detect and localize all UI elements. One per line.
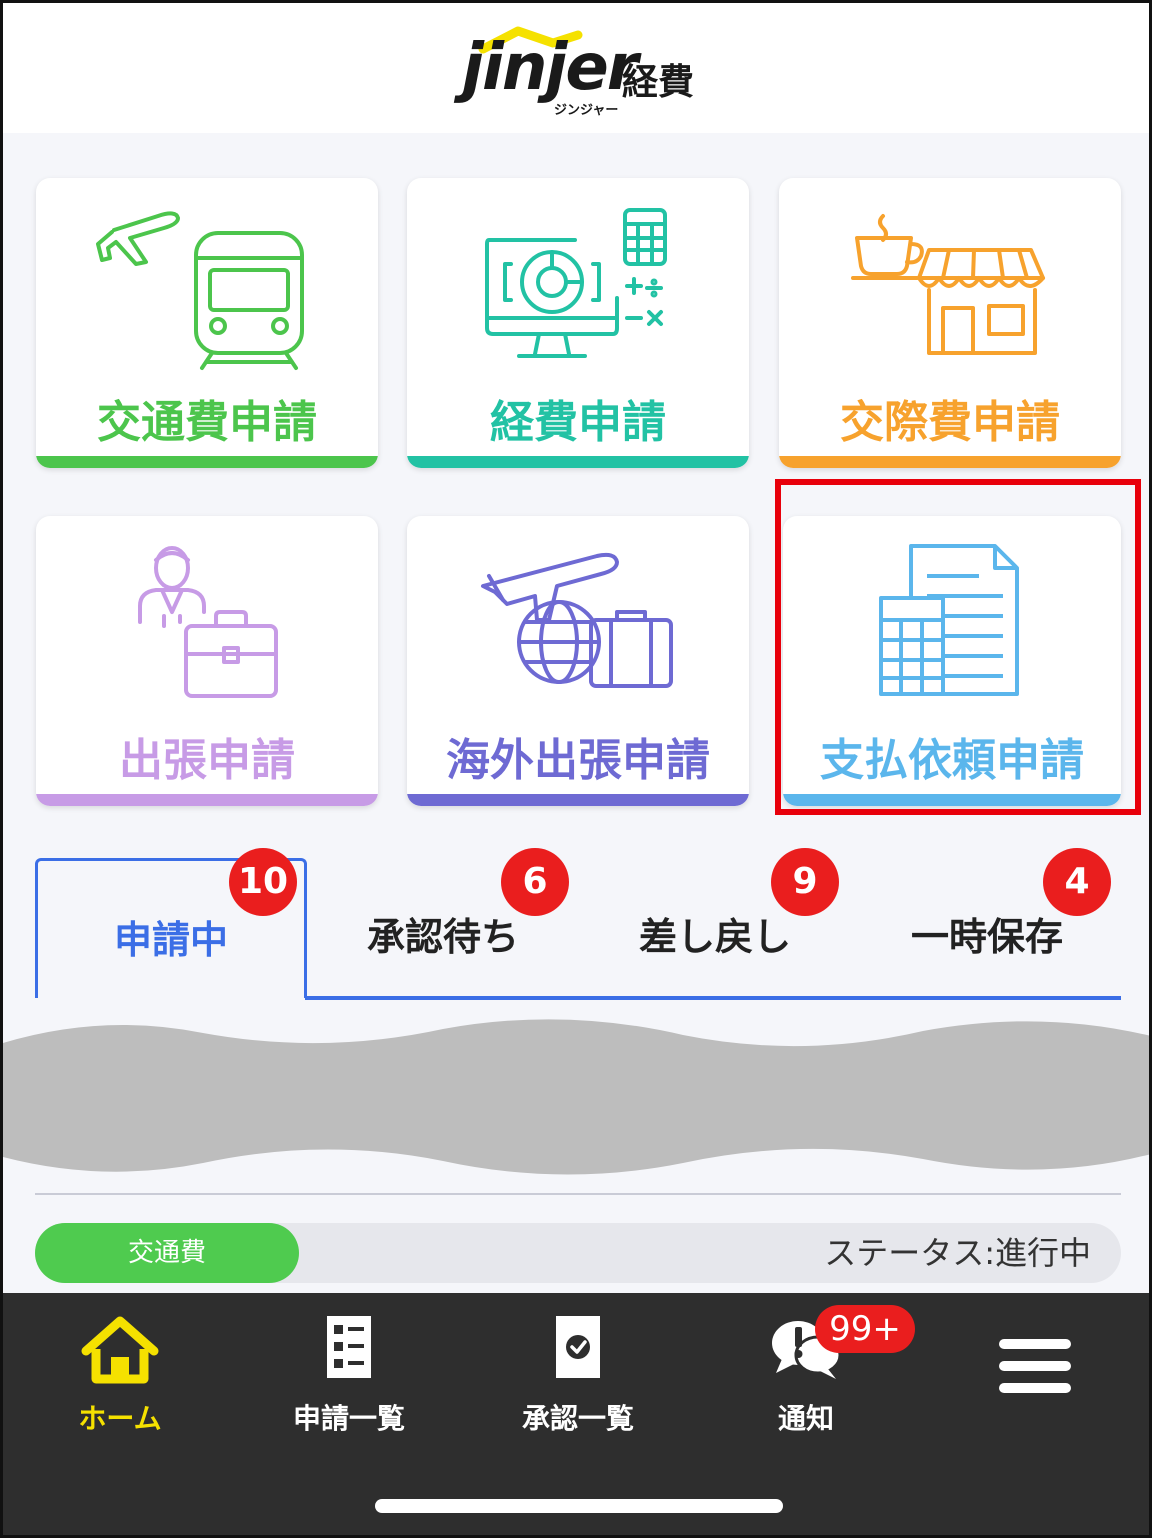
nav-approval-list[interactable]: 承認一覧 — [478, 1293, 678, 1443]
redaction-band — [3, 1019, 1149, 1175]
record-status: ステータス:進行中 — [824, 1234, 1091, 1272]
approval-icon — [556, 1316, 600, 1378]
nav-home[interactable]: ホーム — [20, 1293, 220, 1443]
tile-bar — [407, 794, 749, 806]
highlight-box — [775, 479, 1141, 815]
tile-label: 海外出張申請 — [446, 735, 710, 786]
jinjer-logo: jinjer 経費 ジンジャー — [458, 25, 708, 120]
tile-entertainment[interactable]: 交際費申請 — [779, 178, 1121, 468]
app-header: jinjer 経費 ジンジャー — [3, 3, 1149, 133]
plane-globe-suitcase-icon — [481, 552, 673, 688]
businessman-briefcase-icon — [138, 546, 278, 698]
list-icon — [327, 1316, 371, 1378]
tab-underline — [305, 996, 1121, 1000]
tab-badge: 6 — [501, 848, 569, 916]
nav-label: 申請一覧 — [292, 1402, 405, 1435]
application-record[interactable]: 交通費 ステータス:進行中 — [35, 1223, 1121, 1283]
list-divider — [35, 1193, 1121, 1195]
tile-label: 交通費申請 — [97, 397, 317, 448]
record-category-tag: 交通費 — [35, 1223, 299, 1283]
train-plane-icon — [96, 211, 304, 370]
tile-bar — [407, 456, 749, 468]
tile-bar — [36, 456, 378, 468]
tile-overseas-trip[interactable]: 海外出張申請 — [407, 516, 749, 806]
home-icon — [81, 1316, 159, 1384]
tab-badge: 10 — [229, 848, 297, 916]
nav-label: ホーム — [78, 1402, 162, 1435]
tile-bar — [779, 456, 1121, 468]
tile-business-trip[interactable]: 出張申請 — [36, 516, 378, 806]
tile-expense[interactable]: 経費申請 — [407, 178, 749, 468]
tab-badge: 9 — [771, 848, 839, 916]
tile-label: 出張申請 — [119, 735, 295, 786]
home-indicator[interactable] — [375, 1499, 783, 1513]
hamburger-menu-icon — [999, 1339, 1071, 1393]
nav-menu[interactable] — [935, 1293, 1135, 1443]
logo-product: 経費 — [622, 62, 695, 103]
tile-label: 交際費申請 — [840, 397, 1060, 448]
tile-transportation[interactable]: 交通費申請 — [36, 178, 378, 468]
logo-text: jinjer — [462, 31, 638, 105]
nav-label: 承認一覧 — [521, 1402, 634, 1435]
app-frame: jinjer 経費 ジンジャー 交通費申請 経費申請 交際費申請 出張申請 海外… — [0, 0, 1152, 1538]
cafe-shop-icon — [851, 214, 1045, 355]
tile-label: 経費申請 — [490, 397, 666, 448]
status-tabs: 申請中 承認待ち 差し戻し 一時保存 10 6 9 4 — [35, 848, 1121, 1003]
monitor-calculator-icon — [485, 208, 667, 358]
notification-badge: 99+ — [815, 1305, 915, 1353]
tab-label: 申請中 — [113, 918, 228, 962]
logo-kana: ジンジャー — [554, 103, 619, 118]
tab-badge: 4 — [1043, 848, 1111, 916]
nav-application-list[interactable]: 申請一覧 — [249, 1293, 449, 1443]
tile-bar — [36, 794, 378, 806]
nav-label: 通知 — [777, 1402, 834, 1435]
